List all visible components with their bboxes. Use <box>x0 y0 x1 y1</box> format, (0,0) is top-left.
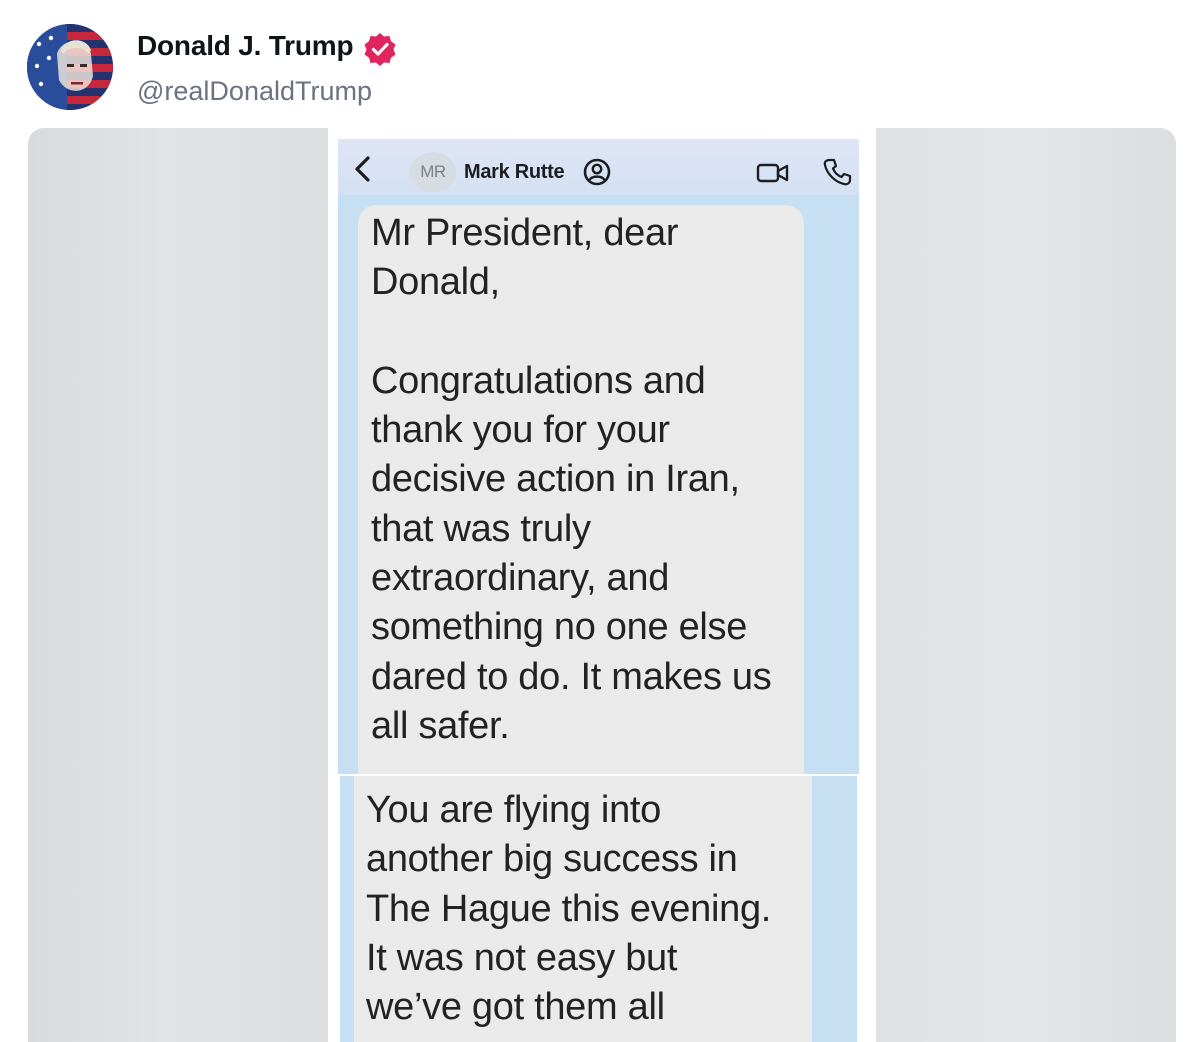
avatar-image <box>27 24 113 110</box>
message-bubble: Mr President, dear Donald, Congratulatio… <box>358 205 804 774</box>
message-screenshot-top: MR Mark Rutte Mr President, dear Donald,… <box>338 139 859 774</box>
contact-name: Mark Rutte <box>464 161 565 183</box>
chat-nav-bar: MR Mark Rutte <box>338 139 859 195</box>
post-header: Donald J. Trump @realDonaldTrump <box>0 0 1198 128</box>
user-handle[interactable]: @realDonaldTrump <box>137 76 372 107</box>
message-text-continued: You are flying into another big success … <box>366 789 772 1029</box>
media-blur-right <box>876 128 1176 1042</box>
phone-call-icon <box>823 158 852 186</box>
contact-avatar: MR <box>410 152 456 192</box>
message-text: Mr President, dear Donald, Congratulatio… <box>371 212 772 747</box>
media-blur-left <box>28 128 328 1042</box>
media-image[interactable]: MR Mark Rutte Mr President, dear Donald,… <box>328 128 876 1042</box>
display-name[interactable]: Donald J. Trump <box>137 30 354 62</box>
message-screenshot-bottom: You are flying into another big success … <box>340 776 857 1042</box>
message-bubble-continued: You are flying into another big success … <box>354 776 812 1042</box>
verified-badge-icon <box>364 33 396 66</box>
back-icon <box>355 156 370 182</box>
post-media[interactable]: MR Mark Rutte Mr President, dear Donald,… <box>28 128 1176 1042</box>
video-call-icon <box>756 163 789 183</box>
contact-icon <box>583 158 611 186</box>
profile-avatar[interactable] <box>27 24 113 110</box>
